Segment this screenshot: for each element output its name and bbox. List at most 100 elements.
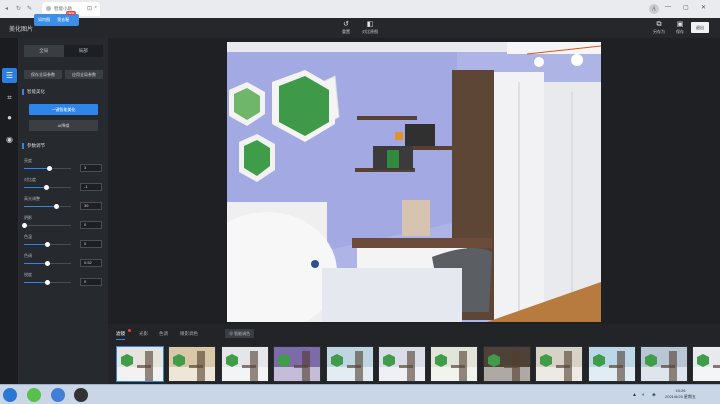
photo-app-icon[interactable] <box>74 388 88 402</box>
refresh-icon[interactable]: ↻ <box>16 5 21 12</box>
crop-icon[interactable]: ⌗ <box>2 90 17 105</box>
slider-fill <box>24 168 50 169</box>
filter-thumbnail[interactable] <box>430 346 479 382</box>
slider-handle[interactable] <box>45 280 50 285</box>
panel-tabs: 全局 局部 <box>24 45 103 57</box>
filter-thumbnail[interactable] <box>273 346 322 382</box>
slider-fill <box>24 263 48 264</box>
filter-thumbnail[interactable] <box>587 346 636 382</box>
exit-button[interactable]: 退出 <box>691 22 709 33</box>
slider-value-input[interactable]: 39 <box>80 202 102 210</box>
tab-lighting[interactable]: 光影 <box>139 331 148 337</box>
slider-value-input[interactable]: 0 <box>80 240 102 248</box>
compare-button[interactable]: ◧ 对比原图 <box>362 20 378 35</box>
one-click-enhance-button[interactable]: 一键智能美化 <box>29 104 98 115</box>
favicon-icon <box>46 6 51 11</box>
filter-thumbnail[interactable] <box>535 346 584 382</box>
slider-value-input[interactable]: 3 <box>80 164 102 172</box>
popup-item[interactable]: 如何图 <box>38 17 50 22</box>
filter-thumbnail[interactable] <box>220 346 269 382</box>
slider-fill <box>24 244 48 245</box>
slider-handle[interactable] <box>45 242 50 247</box>
slider-track[interactable] <box>24 280 71 285</box>
photo-preview[interactable] <box>227 42 601 322</box>
save-as-button[interactable]: ⧉ 另存为 <box>653 20 665 35</box>
slider-handle[interactable] <box>54 204 60 209</box>
avatar[interactable]: 凡 <box>649 4 659 14</box>
slider-value-input[interactable]: 0 <box>80 278 102 286</box>
tray-icon[interactable]: ▲ <box>632 392 637 398</box>
effects-icon[interactable]: ◉ <box>2 132 17 147</box>
browser-app-icon[interactable] <box>27 388 41 402</box>
filter-thumbnail[interactable] <box>640 346 688 382</box>
popup-item[interactable]: 我去喔 <box>57 17 69 22</box>
filter-thumbnail[interactable] <box>482 346 531 382</box>
slider-fill <box>24 282 48 283</box>
slider-value-input[interactable]: 0 <box>80 221 102 229</box>
save-as-icon: ⧉ <box>656 21 662 28</box>
slider-track[interactable] <box>24 166 71 171</box>
adjust-icon[interactable]: ☰ <box>2 68 17 83</box>
tab-local[interactable]: 局部 <box>64 45 104 57</box>
slider-label: 色温 <box>24 234 32 239</box>
filter-thumbnail[interactable] <box>378 346 426 382</box>
close-tab-icon[interactable]: × <box>94 5 97 11</box>
smart-tone-pill[interactable]: ⊕ 智能调色 <box>225 329 255 338</box>
page-title: 美化图片 <box>9 27 34 33</box>
clock-date: 2021/6/25 星期五 <box>665 394 696 399</box>
save-params-button[interactable]: 保存全局参数 <box>24 70 62 79</box>
compare-label: 对比原图 <box>362 29 378 34</box>
tool-rail: ☰ ⌗ ● ◉ <box>0 38 19 384</box>
slider-handle[interactable] <box>44 185 50 190</box>
app-toolbar: 美化图片 ↺ 重置 ◧ 对比原图 ⧉ 另存为 ▣ 保存 退出 <box>0 18 720 38</box>
slider-value-input[interactable]: 0.52 <box>80 259 102 267</box>
filter-thumbnail[interactable] <box>692 346 720 382</box>
tab-filter[interactable]: 滤镜 <box>116 331 125 340</box>
settings-panel: 全局 局部 保存全局参数 应用全局参数 智能美化 一键智能美化 AI降噪 参数调… <box>19 38 108 384</box>
slider-handle[interactable] <box>21 223 27 228</box>
portrait-icon[interactable]: ● <box>2 110 17 125</box>
new-dot <box>128 329 131 332</box>
compare-icon: ◧ <box>366 21 374 28</box>
slider-label: 阴影 <box>24 215 32 220</box>
slider-label: 对比度 <box>24 177 36 182</box>
popup-menu[interactable]: 如何图 我去喔 <box>34 14 80 26</box>
slider-track[interactable] <box>24 261 71 266</box>
tab-eye-color[interactable]: 眼影调色 <box>180 331 198 337</box>
slider-track[interactable] <box>24 185 71 190</box>
volume-icon[interactable]: ◈ <box>652 392 657 398</box>
section-params: 参数调节 <box>22 143 45 149</box>
slider-handle[interactable] <box>45 261 50 266</box>
back-icon[interactable]: ◂ <box>5 5 8 12</box>
save-label: 保存 <box>676 29 684 34</box>
tab-tone[interactable]: 色调 <box>159 331 168 337</box>
slider-handle[interactable] <box>47 166 53 171</box>
save-icon: ▣ <box>676 21 684 28</box>
apply-params-button[interactable]: 应用全局参数 <box>65 70 103 79</box>
edit-icon[interactable]: ✎ <box>27 5 32 12</box>
filter-thumbnail[interactable] <box>116 346 164 382</box>
filter-thumbnail[interactable] <box>168 346 217 382</box>
network-icon[interactable]: ◐ <box>642 392 647 398</box>
system-clock[interactable]: 15:26 2021/6/25 星期五 <box>665 388 696 400</box>
slider-label: 锐度 <box>24 272 32 277</box>
minimize-icon[interactable]: — <box>665 4 671 10</box>
slider-track[interactable] <box>24 242 71 247</box>
room-image <box>227 42 601 322</box>
new-badge: NEW <box>66 11 76 15</box>
slider-value-input[interactable]: -1 <box>80 183 102 191</box>
tab-global[interactable]: 全局 <box>24 45 64 57</box>
app-icon[interactable] <box>51 388 65 402</box>
save-button[interactable]: ▣ 保存 <box>676 20 684 35</box>
reset-button[interactable]: ↺ 重置 <box>342 20 350 35</box>
filter-thumbnail[interactable] <box>325 346 374 382</box>
slider-track[interactable] <box>24 204 71 209</box>
slider-track[interactable] <box>21 223 71 228</box>
start-icon[interactable] <box>3 388 17 402</box>
ai-denoise-button[interactable]: AI降噪 <box>29 120 98 131</box>
close-window-icon[interactable]: ✕ <box>701 4 706 11</box>
smart-tone-label: 智能调色 <box>234 331 251 336</box>
new-tab-icon[interactable]: ⊡ <box>87 5 92 12</box>
section-smart: 智能美化 <box>22 89 45 95</box>
maximize-icon[interactable]: ▢ <box>683 4 689 11</box>
